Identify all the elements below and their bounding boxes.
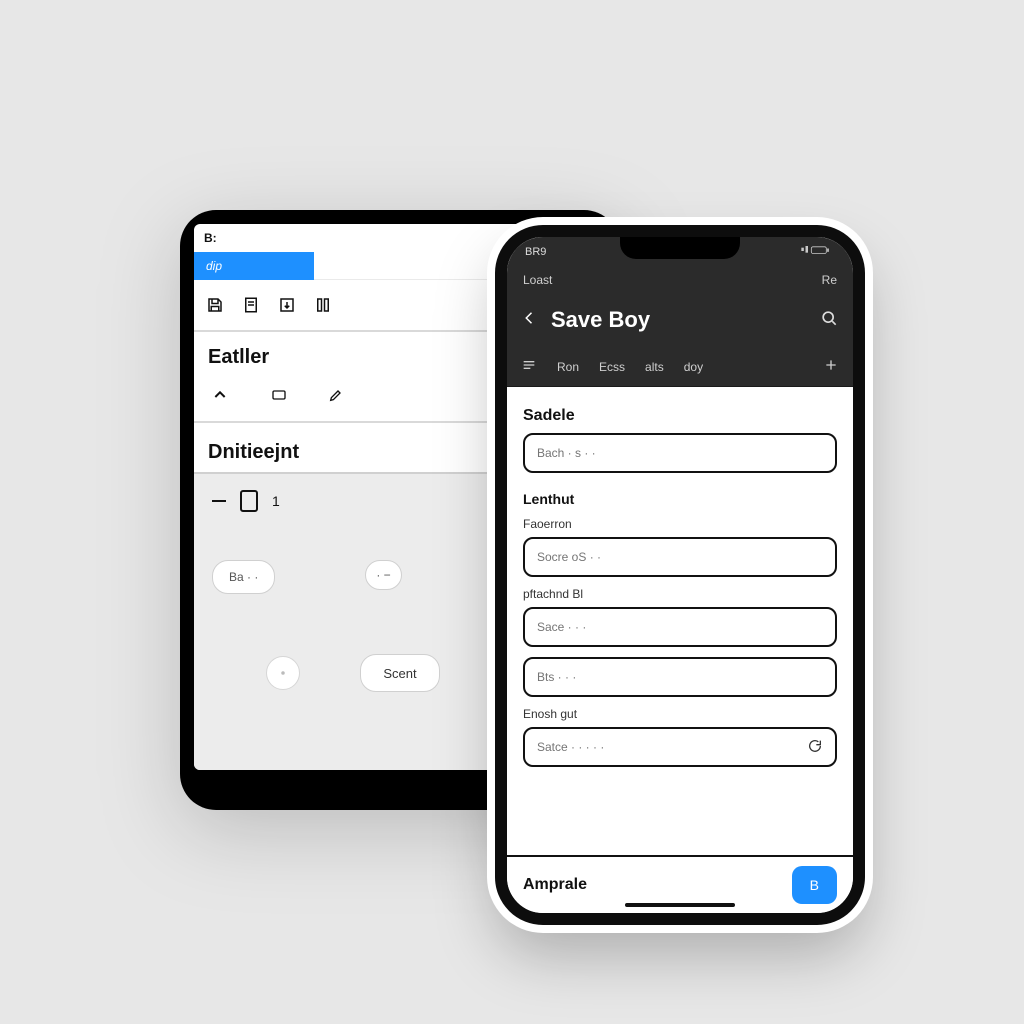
- battery-icon: [801, 246, 835, 256]
- round-action-left[interactable]: [266, 656, 300, 690]
- group-label: Lenthut: [523, 491, 837, 507]
- field-1-input[interactable]: [537, 550, 823, 564]
- center-button-label: Scent: [383, 666, 416, 681]
- tablet-active-tab[interactable]: dip: [194, 252, 314, 280]
- input-1-field[interactable]: [537, 446, 823, 460]
- tab-item-2[interactable]: alts: [645, 360, 664, 374]
- pill-option-1-label: Ba · ·: [229, 570, 258, 584]
- field-2-input[interactable]: [537, 620, 823, 634]
- dot-icon: [276, 666, 290, 680]
- field-4[interactable]: [523, 727, 837, 767]
- phone-subbar-left: Loast: [523, 273, 552, 287]
- document-icon[interactable]: [242, 296, 260, 314]
- card-icon[interactable]: [270, 387, 288, 405]
- plus-icon[interactable]: [823, 357, 839, 376]
- chevron-up-icon[interactable]: [212, 387, 230, 405]
- phone-tabs: Ron Ecss alts doy: [507, 347, 853, 387]
- phone-notch: [620, 237, 740, 259]
- field-1-label: Faoerron: [523, 517, 837, 531]
- field-3-input[interactable]: [537, 670, 823, 684]
- quantity-box[interactable]: [240, 490, 258, 512]
- section-label: Sadele: [523, 407, 837, 425]
- phone-header: Save Boy: [507, 293, 853, 347]
- field-3[interactable]: [523, 657, 837, 697]
- pill-option-2-label: ·: [376, 568, 380, 582]
- tablet-status-left: B:: [204, 231, 217, 245]
- tab-item-0[interactable]: Ron: [557, 360, 579, 374]
- back-icon[interactable]: [521, 309, 539, 332]
- tablet-active-tab-label: dip: [206, 259, 222, 273]
- phone-status-left: BR9: [525, 246, 546, 258]
- pill-option-1[interactable]: Ba · ·: [212, 560, 275, 594]
- menu-icon[interactable]: [521, 357, 537, 376]
- phone-device: BR9 Loast Re Save Boy Ron Ecss alts do: [495, 225, 865, 925]
- pill-option-2[interactable]: · −: [365, 560, 401, 590]
- refresh-icon[interactable]: [807, 738, 823, 757]
- phone-header-title: Save Boy: [551, 307, 807, 333]
- home-indicator[interactable]: [625, 903, 735, 907]
- tab-item-3[interactable]: doy: [684, 360, 703, 374]
- tab-item-1[interactable]: Ecss: [599, 360, 625, 374]
- search-icon[interactable]: [819, 308, 839, 333]
- primary-action-button[interactable]: B: [792, 866, 837, 904]
- edit-icon[interactable]: [328, 387, 346, 405]
- save-icon[interactable]: [206, 296, 224, 314]
- quantity-value: 1: [272, 493, 280, 509]
- field-4-label: Enosh gut: [523, 707, 837, 721]
- input-1[interactable]: [523, 433, 837, 473]
- phone-sub-bar: Loast Re: [507, 267, 853, 293]
- phone-status-right: [801, 246, 835, 259]
- field-2[interactable]: [523, 607, 837, 647]
- field-4-input[interactable]: [537, 740, 807, 754]
- phone-form: Sadele Lenthut Faoerron pftachnd Bl Enos…: [507, 387, 853, 855]
- footer-label: Amprale: [523, 876, 587, 894]
- arrow-down-box-icon[interactable]: [278, 296, 296, 314]
- center-button[interactable]: Scent: [360, 654, 439, 692]
- phone-status-bar: BR9: [507, 237, 853, 267]
- phone-subbar-right: Re: [822, 273, 837, 287]
- primary-action-label: B: [810, 877, 819, 893]
- column-icon[interactable]: [314, 296, 332, 314]
- minus-icon[interactable]: [212, 500, 226, 502]
- field-1[interactable]: [523, 537, 837, 577]
- field-2-label: pftachnd Bl: [523, 587, 837, 601]
